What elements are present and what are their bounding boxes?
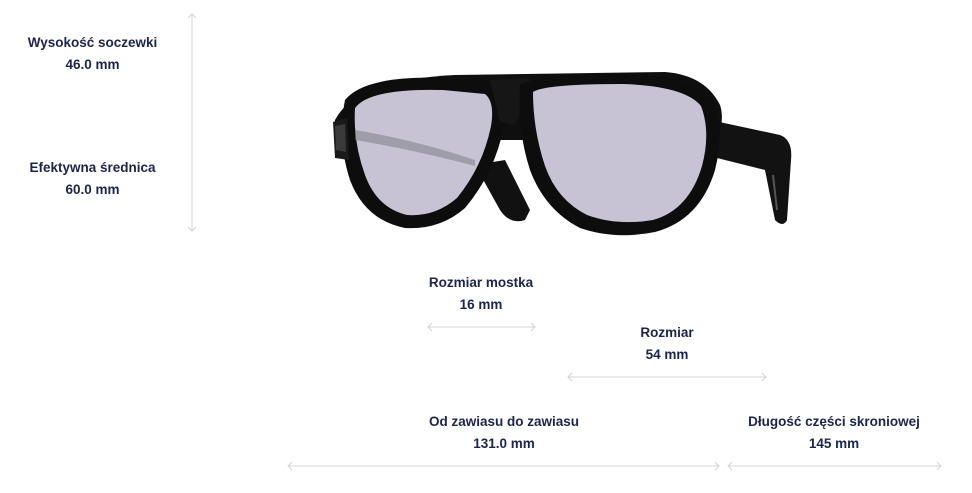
lens-height-measure: Wysokość soczewki 46.0 mm xyxy=(20,32,165,76)
lens-height-label: Wysokość soczewki xyxy=(27,35,158,50)
hinge-to-hinge-value: 131.0 mm xyxy=(473,436,535,451)
bridge-size-value: 16 mm xyxy=(459,297,503,312)
hinge-to-hinge-label: Od zawiasu do zawiasu xyxy=(428,414,580,429)
hinge-to-hinge-dimension-arrow xyxy=(287,461,720,471)
temple-length-measure: Długość części skroniowej 145 mm xyxy=(734,411,934,455)
effective-diameter-label: Efektywna średnica xyxy=(29,160,156,175)
temple-length-dimension-arrow xyxy=(727,461,942,471)
hinge-to-hinge-measure: Od zawiasu do zawiasu 131.0 mm xyxy=(404,411,604,455)
bridge-dimension-arrow xyxy=(427,322,536,332)
bridge-size-measure: Rozmiar mostka 16 mm xyxy=(411,272,551,316)
bridge-size-label: Rozmiar mostka xyxy=(428,275,534,290)
temple-length-value: 145 mm xyxy=(808,436,860,451)
lens-size-value: 54 mm xyxy=(645,347,689,362)
effective-diameter-measure: Efektywna średnica 60.0 mm xyxy=(20,157,165,201)
vertical-dimension-arrow xyxy=(187,13,197,232)
lens-size-dimension-arrow xyxy=(567,372,767,382)
temple-length-label: Długość części skroniowej xyxy=(748,414,920,429)
sunglasses-image xyxy=(333,72,792,236)
effective-diameter-value: 60.0 mm xyxy=(65,182,120,197)
lens-size-measure: Rozmiar 54 mm xyxy=(617,322,717,366)
lens-height-value: 46.0 mm xyxy=(65,57,120,72)
lens-size-label: Rozmiar xyxy=(640,325,694,340)
